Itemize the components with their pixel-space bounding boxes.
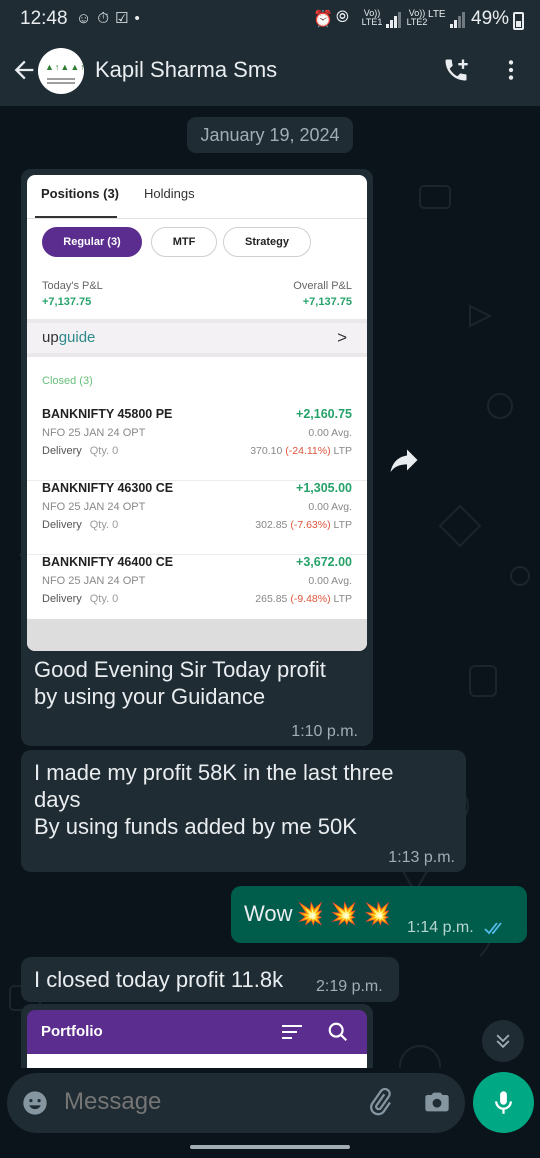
position-avg: 0.00 Avg. [308, 501, 352, 513]
status-bar: 12:48 ☺⏱☑• ⏰ ⦾ Vo)) LTE1 Vo)) LTE2 LTE 4… [0, 0, 540, 40]
position-pnl: +3,672.00 [296, 555, 352, 569]
status-time: 12:48 [20, 8, 68, 29]
position-product: Delivery Qty. 0 [42, 445, 119, 457]
chevron-double-down-icon [496, 1034, 510, 1049]
position-avg: 0.00 Avg. [308, 575, 352, 587]
message-time: 1:10 p.m. [291, 723, 358, 740]
contact-name[interactable]: Kapil Sharma Sms [95, 57, 277, 83]
message-text: Wow 💥 💥 💥 [244, 901, 391, 926]
position-row: BANKNIFTY 46300 CE +1,305.00 NFO 25 JAN … [27, 481, 367, 555]
battery-icon [513, 12, 524, 30]
avatar[interactable]: ▲↑▲▲↑ [38, 48, 84, 94]
tab-positions: Positions (3) [41, 186, 120, 201]
message-bubble-image[interactable]: Positions (3) Holdings Regular (3) MTF S… [21, 169, 373, 746]
message-composer [7, 1073, 465, 1133]
todays-pl-label: Today's P&L [42, 280, 103, 292]
system-nav-bar [0, 1133, 540, 1158]
tab-holdings: Holdings [144, 186, 195, 201]
position-ltp: 370.10 (-24.11%) LTP [250, 445, 352, 457]
message-bubble[interactable]: I closed today profit 11.8k 2:19 p.m. [21, 957, 399, 1002]
mic-button[interactable] [473, 1072, 534, 1133]
home-gesture-bar[interactable] [190, 1145, 350, 1149]
filter-mtf: MTF [151, 227, 217, 257]
overall-pl-value: +7,137.75 [302, 296, 352, 308]
positions-tabs: Positions (3) Holdings [27, 175, 367, 219]
sort-icon [282, 1025, 302, 1039]
attach-icon[interactable] [365, 1087, 395, 1117]
message-text: I closed today profit 11.8k [34, 967, 284, 992]
hotspot-icon: ⦾ [336, 9, 349, 26]
sim1-label: Vo)) LTE1 [361, 8, 383, 27]
position-pnl: +2,160.75 [296, 407, 352, 421]
position-product: Delivery Qty. 0 [42, 593, 119, 605]
message-text: Good Evening Sir Today profit by using y… [34, 657, 326, 709]
upguide-banner: upguide > [27, 319, 367, 357]
notification-icons: ☺⏱☑• [76, 10, 146, 27]
more-vert-icon[interactable] [498, 56, 524, 84]
filter-strategy: Strategy [223, 227, 311, 257]
message-bubble[interactable]: I made my profit 58K in the last three d… [21, 750, 466, 872]
alarm-icon: ⏰ [313, 11, 333, 28]
camera-icon[interactable] [423, 1088, 451, 1116]
positions-screenshot[interactable]: Positions (3) Holdings Regular (3) MTF S… [27, 175, 367, 651]
position-name: BANKNIFTY 46400 CE [42, 555, 174, 569]
mic-icon [495, 1091, 512, 1114]
message-time: 2:19 p.m. [316, 978, 383, 995]
position-instrument: NFO 25 JAN 24 OPT [42, 501, 146, 513]
message-bubble-image[interactable]: Portfolio [21, 1004, 373, 1068]
position-product: Delivery Qty. 0 [42, 519, 119, 531]
overall-pl-label: Overall P&L [293, 280, 352, 292]
sim2-network: LTE [428, 9, 446, 20]
tab-indicator [35, 216, 117, 218]
position-name: BANKNIFTY 45800 PE [42, 407, 173, 421]
position-instrument: NFO 25 JAN 24 OPT [42, 427, 146, 439]
position-instrument: NFO 25 JAN 24 OPT [42, 575, 146, 587]
todays-pl-value: +7,137.75 [42, 296, 92, 308]
portfolio-body [27, 1054, 367, 1068]
search-icon [328, 1022, 348, 1042]
position-row: BANKNIFTY 46400 CE +3,672.00 NFO 25 JAN … [27, 555, 367, 629]
signal-icon [386, 12, 402, 28]
signal-icon-2 [450, 12, 466, 28]
scroll-to-bottom-button[interactable] [482, 1020, 524, 1062]
back-arrow-icon[interactable] [10, 56, 38, 84]
position-ltp: 302.85 (-7.63%) LTP [255, 519, 352, 531]
position-name: BANKNIFTY 46300 CE [42, 481, 174, 495]
battery-percent: 49% [471, 8, 510, 29]
card-footer [27, 619, 367, 651]
closed-label: Closed (3) [42, 375, 93, 387]
chat-header: ▲↑▲▲↑ Kapil Sharma Sms [0, 40, 540, 106]
upguide-logo: upguide [42, 329, 96, 346]
position-row: BANKNIFTY 45800 PE +2,160.75 NFO 25 JAN … [27, 407, 367, 481]
message-bubble-outgoing[interactable]: Wow 💥 💥 💥 1:14 p.m. [231, 886, 527, 943]
sim2-label: Vo)) LTE2 [406, 8, 428, 27]
chevron-right-icon: > [337, 328, 347, 347]
message-time: 1:13 p.m. [388, 849, 455, 866]
add-call-icon[interactable] [442, 56, 470, 84]
date-chip: January 19, 2024 [187, 117, 353, 153]
message-text: I made my profit 58K in the last three d… [34, 760, 394, 839]
position-pnl: +1,305.00 [296, 481, 352, 495]
forward-icon[interactable] [386, 442, 422, 478]
message-time: 1:14 p.m. [407, 919, 474, 936]
filter-regular: Regular (3) [42, 227, 142, 257]
emoji-icon[interactable] [21, 1089, 49, 1117]
portfolio-title: Portfolio [41, 1023, 103, 1040]
read-ticks-icon [484, 922, 502, 935]
explosion-emoji: 💥 💥 💥 [296, 901, 391, 926]
position-ltp: 265.85 (-9.48%) LTP [255, 593, 352, 605]
message-input[interactable] [64, 1088, 344, 1116]
chat-area[interactable]: January 19, 2024 Positions (3) Holdings … [0, 106, 540, 1068]
position-avg: 0.00 Avg. [308, 427, 352, 439]
